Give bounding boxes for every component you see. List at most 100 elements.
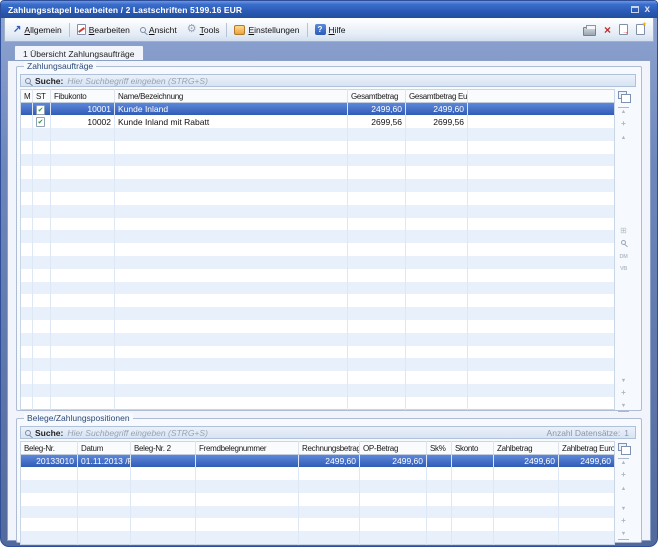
empty-row[interactable] [21,269,615,282]
move-row-down-icon[interactable]: ▼ [618,505,629,514]
cell [21,371,33,384]
column-header-beleg-nr-2[interactable]: Beleg-Nr. 2 [131,442,196,455]
search-input[interactable]: Suche: Hier Suchbegriff eingeben (STRG+S… [20,426,636,439]
column-header-datum[interactable]: Datum [78,442,131,455]
cell [33,307,51,320]
empty-row[interactable] [21,397,615,410]
goto-first-row-icon[interactable]: ▲ [618,107,629,117]
empty-row[interactable] [21,518,615,531]
menu-bearbeiten[interactable]: Bearbeiten [72,22,135,37]
column-header-zahlbetrag[interactable]: Zahlbetrag [494,442,559,455]
cell [348,397,406,410]
empty-row[interactable] [21,371,615,384]
empty-row[interactable] [21,333,615,346]
currency-vb-icon[interactable]: VB [618,265,629,274]
column-chooser-icon[interactable] [618,91,627,99]
menu-tools[interactable]: ⚙ Tools [182,22,225,37]
cell [406,243,468,256]
column-header-beleg-nr-[interactable]: Beleg-Nr. [21,442,78,455]
grid-view-icon[interactable]: ⊞ [618,226,629,235]
empty-row[interactable] [21,154,615,167]
column-header-spacer[interactable] [468,90,615,103]
empty-row[interactable] [21,307,615,320]
column-header-st[interactable]: ST [33,90,51,103]
column-header-fremdbelegnummer[interactable]: Fremdbelegnummer [196,442,299,455]
menu-label: Allgemein [24,25,61,35]
move-row-up-icon[interactable]: ▲ [618,134,629,143]
goto-last-row-icon[interactable]: ▼ [618,530,629,540]
column-header-op-betrag[interactable]: OP-Betrag [360,442,427,455]
empty-row[interactable] [21,294,615,307]
column-header-sk%[interactable]: Sk% [427,442,452,455]
column-header-zahlbetrag-euro[interactable]: Zahlbetrag Euro [559,442,615,455]
column-header-fibukonto[interactable]: Fibukonto [51,90,115,103]
insert-row-bottom-icon[interactable]: + [618,389,629,397]
cell [406,179,468,192]
column-header-rechnungsbetrag[interactable]: Rechnungsbetrag [299,442,360,455]
empty-row[interactable] [21,166,615,179]
cell [21,384,33,397]
insert-row-icon[interactable]: + [618,120,629,128]
print-icon[interactable] [583,27,596,36]
cell [115,205,348,218]
empty-row[interactable] [21,384,615,397]
goto-first-row-icon[interactable]: ▲ [618,458,629,468]
empty-row[interactable] [21,218,615,231]
search-input[interactable]: Suche: Hier Suchbegriff eingeben (STRG+S… [20,74,636,87]
menu-allgemein[interactable]: ↗ Allgemein [8,23,67,37]
empty-row[interactable] [21,493,615,506]
empty-row[interactable] [21,192,615,205]
empty-row[interactable] [21,230,615,243]
tab-uebersicht-zahlungsauftraege[interactable]: 1 Übersicht Zahlungsaufträge [14,45,144,61]
empty-row[interactable] [21,256,615,269]
empty-row[interactable] [21,506,615,519]
new-document-icon[interactable] [636,24,645,35]
insert-row-bottom-icon[interactable]: + [618,517,629,525]
empty-row[interactable] [21,243,615,256]
column-header-gesamtbetrag-euro[interactable]: Gesamtbetrag Euro [406,90,468,103]
insert-row-icon[interactable]: + [618,471,629,479]
empty-row[interactable] [21,205,615,218]
empty-row[interactable] [21,320,615,333]
cell [21,320,33,333]
group-zahlungsauftraege: Zahlungsaufträge Suche: Hier Suchbegriff… [16,66,642,411]
cell [115,269,348,282]
title-bar[interactable]: Zahlungsstapel bearbeiten / 2 Lastschrif… [1,1,657,18]
menu-hilfe[interactable]: ? Hilfe [310,22,351,37]
cell [406,346,468,359]
column-header-skonto[interactable]: Skonto [452,442,494,455]
column-header-gesamtbetrag[interactable]: Gesamtbetrag [348,90,406,103]
empty-row[interactable] [21,358,615,371]
menu-ansicht[interactable]: Ansicht [135,23,182,37]
empty-row[interactable] [21,467,615,480]
menu-einstellungen[interactable]: Einstellungen [229,23,304,37]
column-chooser-icon[interactable] [618,443,627,451]
column-header-name-bezeichnung[interactable]: Name/Bezeichnung [115,90,348,103]
empty-row[interactable] [21,282,615,295]
currency-dm-icon[interactable]: DM [618,253,629,262]
goto-last-row-icon[interactable]: ▼ [618,402,629,412]
table-row[interactable]: ✔10001Kunde Inland2499,602499,60 [21,103,615,116]
cell [406,282,468,295]
empty-row[interactable] [21,531,615,544]
move-row-down-icon[interactable]: ▼ [618,377,629,386]
restore-icon[interactable] [631,6,639,13]
empty-row[interactable] [21,179,615,192]
move-row-up-icon[interactable]: ▲ [618,485,629,494]
close-icon[interactable]: x [644,5,650,15]
empty-row[interactable] [21,480,615,493]
empty-row[interactable] [21,346,615,359]
table-row[interactable]: 2013301001.11.2013 /Fr2499,602499,602499… [21,455,615,468]
empty-row[interactable] [21,128,615,141]
cell [51,141,115,154]
cell [299,518,360,531]
column-header-m[interactable]: M [21,90,33,103]
exit-document-icon[interactable] [619,24,628,35]
cell [115,358,348,371]
zoom-icon[interactable] [618,240,629,249]
cell [348,230,406,243]
empty-row[interactable] [21,141,615,154]
table-row[interactable]: ✔10002Kunde Inland mit Rabatt2699,562699… [21,115,615,128]
cell: 2499,60 [406,103,468,116]
delete-icon[interactable]: × [604,24,611,36]
